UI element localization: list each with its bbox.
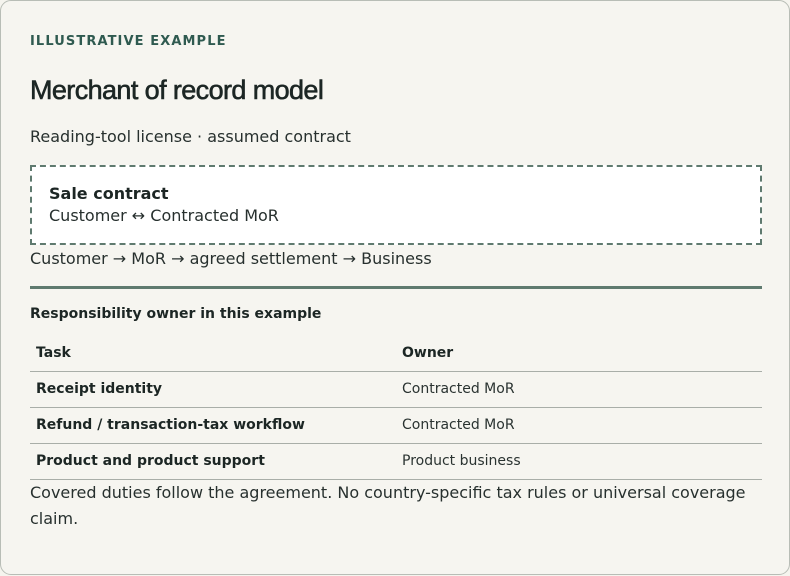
owner-cell: Product business <box>396 443 762 480</box>
section-divider <box>30 286 762 289</box>
eyebrow-label: ILLUSTRATIVE EXAMPLE <box>30 34 227 49</box>
table-header-row: Task Owner <box>30 335 762 372</box>
column-header-task: Task <box>30 335 396 372</box>
table-row: Product and product support Product busi… <box>30 443 762 480</box>
contract-heading: Sale contract <box>49 184 169 203</box>
contract-parties: Customer ↔ Contracted MoR <box>49 206 279 225</box>
task-cell: Refund / transaction-tax workflow <box>30 407 396 444</box>
example-card: ILLUSTRATIVE EXAMPLE Merchant of record … <box>0 0 790 575</box>
sale-contract-box: Sale contract Customer ↔ Contracted MoR <box>30 165 762 245</box>
task-cell: Receipt identity <box>30 371 396 408</box>
responsibility-table: Task Owner Receipt identity Contracted M… <box>30 335 762 480</box>
payment-flow: Customer → MoR → agreed settlement → Bus… <box>30 249 432 268</box>
card-title: Merchant of record model <box>30 75 324 106</box>
task-cell: Product and product support <box>30 443 396 480</box>
table-row: Receipt identity Contracted MoR <box>30 371 762 408</box>
owner-cell: Contracted MoR <box>396 371 762 408</box>
table-caption: Responsibility owner in this example <box>30 306 322 322</box>
owner-cell: Contracted MoR <box>396 407 762 444</box>
column-header-owner: Owner <box>396 335 762 372</box>
table-row: Refund / transaction-tax workflow Contra… <box>30 407 762 444</box>
card-subtitle: Reading-tool license · assumed contract <box>30 127 351 146</box>
footnote: Covered duties follow the agreement. No … <box>30 483 746 528</box>
